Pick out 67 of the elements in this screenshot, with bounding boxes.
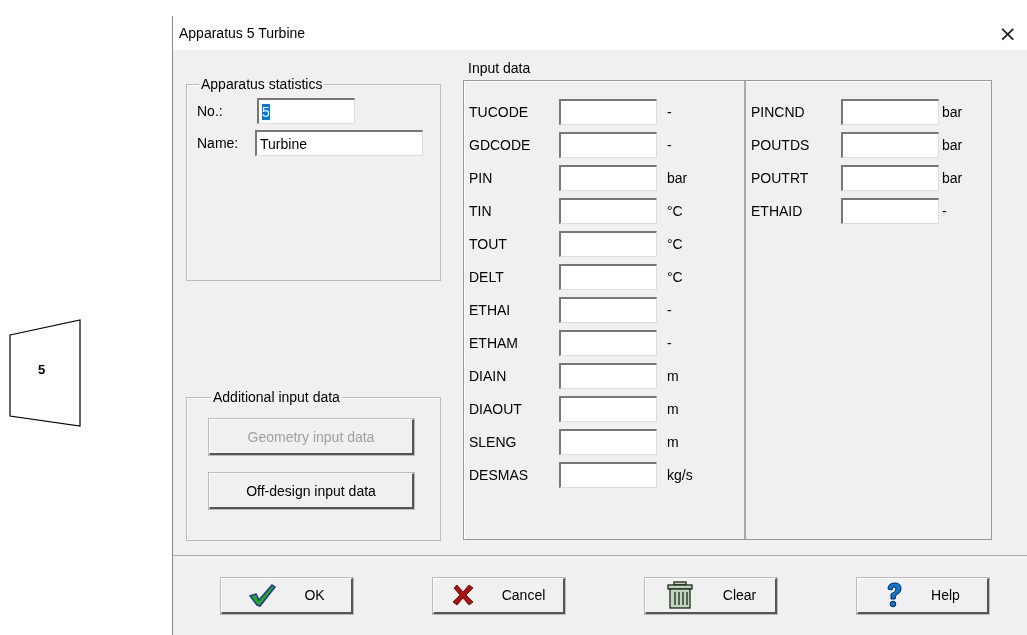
unit-label: bar [942, 104, 963, 120]
input-field[interactable] [559, 462, 657, 488]
field-label: No.: [197, 103, 224, 119]
unit-label: °C [667, 236, 683, 252]
parameter-label: DELT [469, 269, 505, 285]
close-button[interactable]: × [994, 20, 1021, 46]
cancel-button[interactable]: Cancel [433, 577, 565, 614]
input-field[interactable] [559, 330, 657, 356]
apparatus-number: 5 [38, 361, 46, 377]
group-title: Additional input data [212, 389, 341, 405]
input-field[interactable] [841, 198, 939, 224]
parameter-label: GDCODE [469, 137, 532, 153]
input-field[interactable]: Turbine [255, 130, 423, 156]
unit-label: - [667, 137, 672, 153]
help-button[interactable]: Help [857, 577, 989, 614]
parameter-label: DIAIN [469, 368, 508, 384]
unit-label: m [667, 368, 679, 384]
checkmark-icon [248, 583, 277, 607]
parameter-label: ETHAID [751, 203, 804, 219]
unit-label: m [667, 434, 679, 450]
parameter-label: TIN [469, 203, 493, 219]
input-field[interactable] [841, 99, 939, 125]
input-field[interactable] [559, 99, 657, 125]
parameter-label: TUCODE [469, 104, 530, 120]
input-field[interactable] [559, 363, 657, 389]
unit-label: - [942, 203, 947, 219]
ok-button[interactable]: OK [221, 577, 353, 614]
parameter-label: POUTRT [751, 170, 810, 186]
input-field[interactable] [559, 165, 657, 191]
unit-label: °C [667, 203, 683, 219]
input-field[interactable] [559, 396, 657, 422]
parameter-label: PIN [469, 170, 494, 186]
unit-label: - [667, 104, 672, 120]
parameter-label: PINCND [751, 104, 806, 120]
input-field[interactable] [559, 297, 657, 323]
input-field[interactable] [559, 231, 657, 257]
parameter-label: ETHAI [469, 302, 512, 318]
unit-label: bar [667, 170, 688, 186]
close-icon [451, 584, 474, 606]
input-field[interactable] [559, 198, 657, 224]
input-field[interactable] [841, 165, 939, 191]
parameter-label: TOUT [469, 236, 508, 252]
unit-label: m [667, 401, 679, 417]
clear-button[interactable]: Clear [645, 577, 777, 614]
trash-bin-icon [664, 580, 695, 610]
unit-label: - [667, 335, 672, 351]
input-field[interactable] [841, 132, 939, 158]
input-field[interactable]: 5 [257, 98, 355, 124]
group-title: Apparatus statistics [200, 76, 324, 92]
unit-label: °C [667, 269, 683, 285]
parameter-label: SLENG [469, 434, 518, 450]
field-label: Name: [197, 135, 240, 151]
input-data-button[interactable]: Off-design input data [209, 473, 414, 509]
input-field[interactable] [559, 429, 657, 455]
unit-label: bar [942, 137, 963, 153]
question-icon [885, 582, 904, 608]
section-title: Input data [468, 60, 532, 76]
parameter-label: POUTDS [751, 137, 811, 153]
input-field[interactable] [559, 264, 657, 290]
parameter-label: ETHAM [469, 335, 519, 351]
parameter-label: DIAOUT [469, 401, 523, 417]
parameter-label: DESMAS [469, 467, 530, 483]
unit-label: bar [942, 170, 963, 186]
unit-label: - [667, 302, 672, 318]
window-title: Apparatus 5 Turbine [179, 25, 306, 41]
unit-label: kg/s [667, 467, 693, 483]
input-field[interactable] [559, 132, 657, 158]
